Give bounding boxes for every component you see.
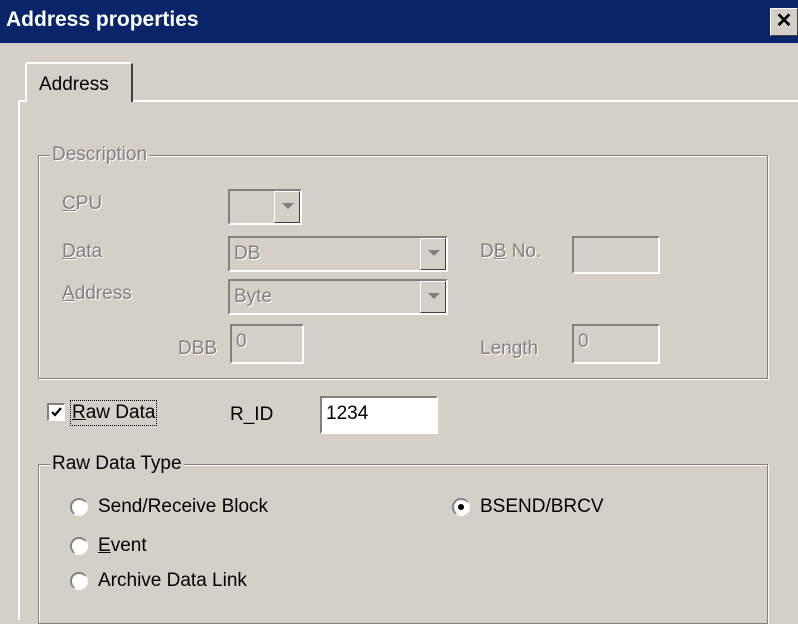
address-select-value: Byte [234, 286, 273, 307]
dbb-input[interactable]: 0 [230, 324, 304, 364]
chevron-down-icon [428, 250, 440, 256]
address-label: Address [62, 283, 132, 304]
tab-address[interactable]: Address [25, 62, 133, 102]
archive-data-link-label[interactable]: Archive Data Link [98, 570, 247, 592]
chevron-down-icon [428, 293, 440, 299]
cpu-dropdown-button[interactable] [274, 191, 300, 223]
dbb-value: 0 [236, 331, 247, 352]
event-label[interactable]: Event [98, 535, 147, 557]
raw-data-label[interactable]: Raw Data [69, 400, 158, 426]
checkmark-icon [51, 407, 62, 417]
radio-archive-data-link[interactable] [70, 572, 88, 590]
cpu-select[interactable] [228, 189, 302, 225]
dbb-label: DBB [178, 338, 218, 359]
bsend-brcv-label[interactable]: BSEND/BRCV [480, 496, 604, 518]
title-bar: Address properties ✕ [0, 0, 798, 43]
close-button[interactable]: ✕ [770, 8, 798, 36]
close-icon: ✕ [775, 10, 793, 32]
description-legend: Description [50, 144, 150, 166]
data-select[interactable]: DB [228, 236, 448, 272]
r-id-input[interactable]: 1234 [320, 396, 438, 434]
raw-data-checkbox[interactable] [47, 403, 65, 421]
cpu-label: CPU [62, 193, 103, 214]
data-select-value: DB [234, 243, 261, 264]
raw-data-type-group [38, 464, 768, 624]
data-label: Data [62, 241, 103, 262]
radio-send-receive-block[interactable] [70, 498, 88, 516]
address-dropdown-button[interactable] [420, 281, 446, 313]
raw-data-type-legend: Raw Data Type [50, 453, 184, 475]
window-title: Address properties [6, 8, 199, 31]
address-select[interactable]: Byte [228, 279, 448, 315]
chevron-down-icon [282, 203, 294, 209]
data-dropdown-button[interactable] [420, 238, 446, 270]
tab-label: Address [39, 74, 109, 95]
length-input[interactable]: 0 [572, 324, 660, 364]
radio-selected-dot [458, 504, 464, 510]
length-label: Length [480, 338, 539, 359]
db-no-input[interactable] [572, 236, 660, 274]
db-no-label: DB No. [480, 241, 542, 262]
radio-bsend-brcv[interactable] [452, 498, 470, 516]
r-id-value: 1234 [326, 403, 369, 424]
radio-event[interactable] [70, 537, 88, 555]
r-id-label: R_ID [230, 404, 274, 425]
length-value: 0 [578, 331, 589, 352]
send-receive-block-label[interactable]: Send/Receive Block [98, 496, 268, 518]
